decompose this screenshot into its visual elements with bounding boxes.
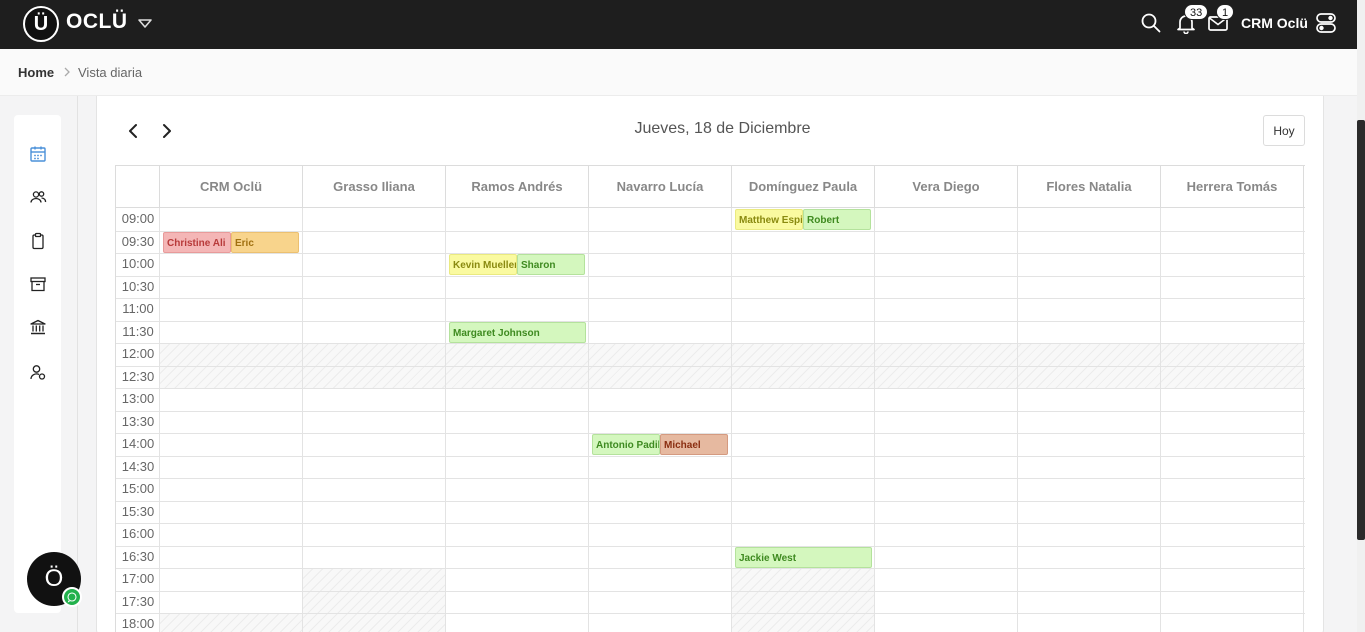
top-navbar: Ü OCLÜ 33 1 CRM Oclü (0, 0, 1357, 49)
time-slot-label: 15:30 (121, 503, 155, 519)
time-slot-label: 17:30 (121, 593, 155, 609)
time-slot-label: 09:30 (121, 233, 155, 249)
time-slot-label: 11:00 (122, 301, 154, 316)
row-divider (116, 568, 1305, 569)
appointment-event[interactable]: Kevin Mueller (449, 254, 517, 275)
row-divider (116, 320, 1305, 322)
prev-day-button[interactable] (122, 120, 144, 142)
time-slot-label: 17:00 (121, 571, 155, 586)
row-divider (116, 590, 1305, 592)
column-header: Ramos Andrés (446, 166, 589, 208)
column-header: Grasso Iliana (303, 166, 446, 208)
appointment-event[interactable]: Antonio Padilla (592, 434, 660, 455)
time-slot-label: 11:30 (122, 323, 154, 339)
row-divider (116, 298, 1305, 299)
search-icon[interactable] (1140, 12, 1162, 34)
messages-badge: 1 (1216, 4, 1235, 20)
time-slot-label: 14:30 (121, 458, 155, 474)
appointment-event[interactable]: Robert (803, 209, 871, 230)
user-settings-icon[interactable] (29, 363, 47, 381)
row-divider (116, 500, 1305, 502)
calendar-icon[interactable] (29, 145, 47, 163)
appointment-event[interactable]: Margaret Johnson (449, 321, 586, 343)
row-divider (116, 613, 1305, 614)
time-slot-label: 09:00 (121, 211, 155, 226)
brand-logo[interactable]: Ü (23, 6, 59, 42)
breadcrumb-home[interactable]: Home (18, 65, 54, 80)
user-name[interactable]: CRM Oclü (1241, 15, 1308, 31)
appointment-event[interactable]: Christine Ali (163, 231, 231, 253)
time-slot-label: 10:00 (121, 256, 155, 271)
time-slot-label: 10:30 (121, 278, 155, 294)
time-slot-label: 13:30 (121, 413, 155, 429)
whatsapp-icon[interactable] (62, 587, 82, 607)
column-header: CRM Oclü (160, 166, 303, 208)
row-divider (116, 388, 1305, 389)
chevron-down-icon[interactable] (137, 15, 153, 31)
users-icon[interactable] (29, 188, 47, 206)
day-schedule-grid: CRM Oclü Grasso Iliana Ramos Andrés Navarro… (115, 165, 1305, 632)
time-slot-label: 16:30 (121, 548, 155, 564)
row-divider (116, 365, 1305, 367)
row-divider (116, 253, 1305, 254)
bank-icon[interactable] (29, 318, 47, 336)
unavailable-slot (303, 568, 446, 632)
clipboard-icon[interactable] (29, 232, 47, 250)
column-header: Flores Natalia (1018, 166, 1161, 208)
toggle-icon[interactable] (1314, 11, 1338, 35)
time-slot-label: 14:00 (121, 436, 155, 451)
content-divider (77, 96, 78, 632)
time-column-header (116, 166, 160, 208)
calendar-date-title: Jueves, 18 de Diciembre (634, 120, 811, 137)
column-header: Herrera Tomás (1161, 166, 1304, 208)
column-header: Navarro Lucía (589, 166, 732, 208)
appointment-event[interactable]: Eric (231, 231, 299, 253)
time-slot-label: 13:00 (121, 391, 155, 406)
notifications-badge: 33 (1184, 4, 1209, 20)
row-divider (116, 410, 1305, 412)
breadcrumb: Home Vista diaria (0, 49, 1357, 96)
appointment-event[interactable]: Sharon (517, 254, 585, 275)
row-divider (116, 545, 1305, 547)
time-slot-label: 12:30 (121, 368, 155, 384)
time-slot-label: 15:00 (121, 481, 155, 496)
sidebar (14, 115, 61, 613)
row-divider (116, 523, 1305, 524)
chevron-right-icon (64, 67, 70, 77)
unavailable-slot (160, 613, 303, 632)
appointment-event[interactable]: Michael (660, 434, 728, 455)
archive-icon[interactable] (29, 275, 47, 293)
row-divider (116, 275, 1305, 277)
time-slot-label: 12:00 (121, 346, 155, 361)
unavailable-slot (732, 568, 875, 632)
brand-name[interactable]: OCLÜ (66, 10, 128, 34)
column-header: Vera Diego (875, 166, 1018, 208)
time-slot-label: 16:00 (121, 526, 155, 541)
row-divider (116, 478, 1305, 479)
breadcrumb-current: Vista diaria (78, 65, 143, 80)
header-divider (116, 207, 1305, 208)
row-divider (116, 343, 1305, 344)
appointment-event[interactable]: Jackie West (735, 546, 872, 568)
row-divider (116, 455, 1305, 457)
scrollbar-thumb[interactable] (1357, 120, 1365, 540)
next-day-button[interactable] (156, 120, 178, 142)
column-header: Domínguez Paula (732, 166, 875, 208)
time-slot-label: 18:00 (121, 616, 155, 631)
today-button[interactable]: Hoy (1263, 115, 1305, 146)
appointment-event[interactable]: Matthew Espinoza (735, 209, 803, 230)
